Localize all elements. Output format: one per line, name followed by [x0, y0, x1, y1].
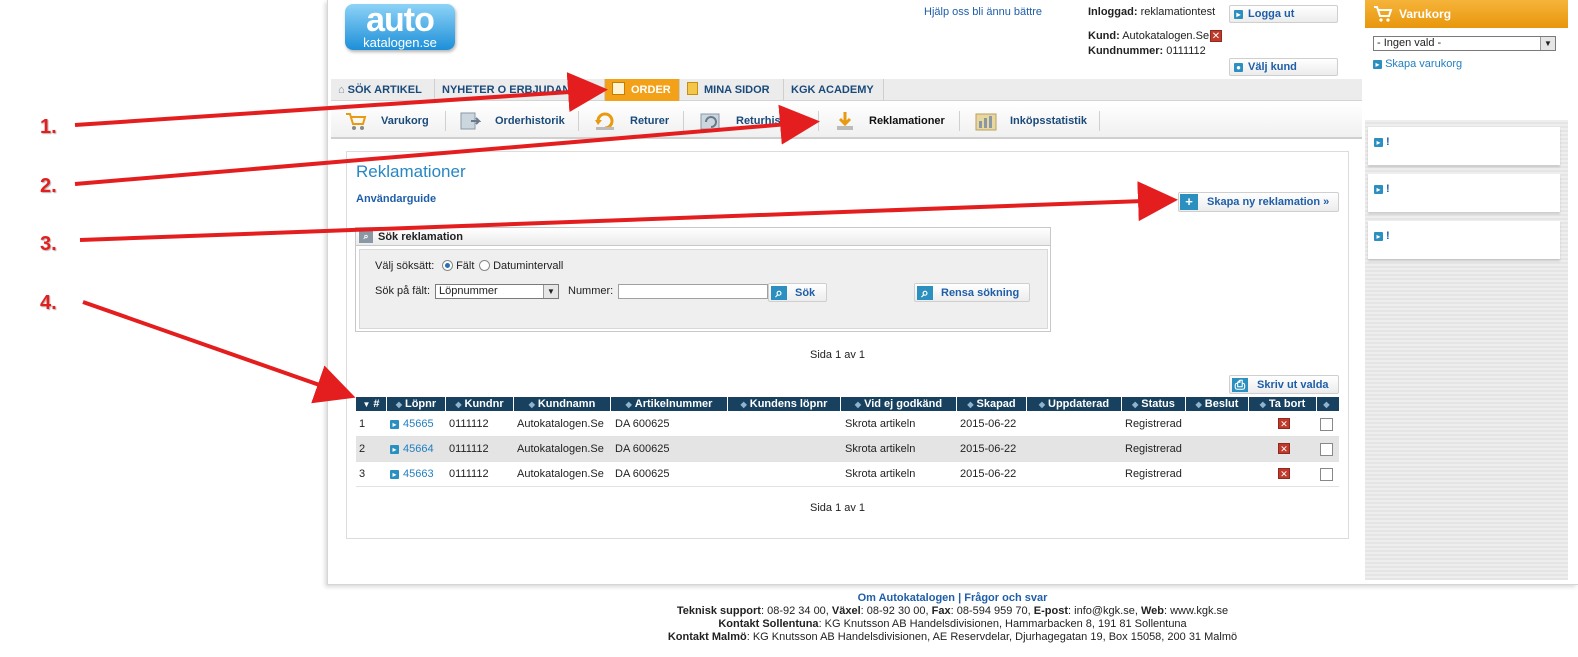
annotation-4: 4. — [40, 292, 57, 314]
annotation-arrow-1 — [74, 72, 608, 127]
annotation-arrow-3 — [79, 181, 1178, 242]
annotation-arrow-2 — [74, 104, 820, 186]
annotation-arrow-4 — [82, 300, 356, 404]
annotation-1: 1. — [40, 116, 57, 138]
annotation-2: 2. — [40, 175, 57, 197]
annotation-3: 3. — [40, 233, 57, 255]
annotation-arrows — [74, 72, 1178, 404]
